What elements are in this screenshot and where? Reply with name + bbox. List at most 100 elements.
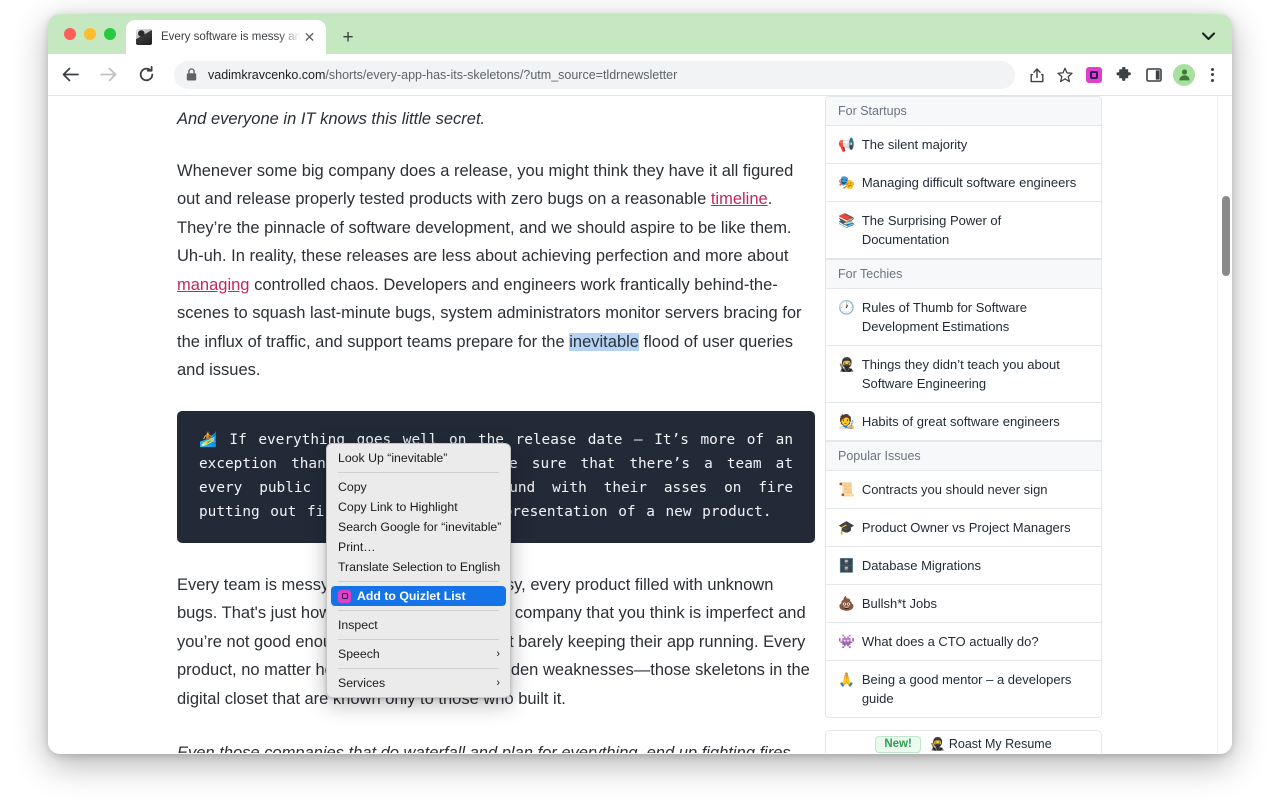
menu-separator	[338, 472, 499, 473]
menu-item-copy[interactable]: Copy	[327, 477, 510, 497]
menu-separator	[338, 639, 499, 640]
address-bar[interactable]: vadimkravcenko.com/shorts/every-app-has-…	[174, 60, 1015, 89]
quizlet-icon	[338, 589, 351, 603]
menu-item-translate-selection[interactable]: Translate Selection to English	[327, 557, 510, 577]
article-sidebar: For Startups 📢 The silent majority 🎭 Man…	[825, 96, 1102, 753]
megaphone-icon: 📢	[838, 137, 855, 152]
menu-item-copy-link-to-highlight[interactable]: Copy Link to Highlight	[327, 497, 510, 517]
sidebar-link[interactable]: 🥷 Things they didn’t teach you about Sof…	[826, 346, 1101, 403]
books-icon: 📚	[838, 213, 855, 228]
quizlet-extension-icon[interactable]	[1081, 62, 1107, 88]
star-icon[interactable]	[1053, 63, 1077, 87]
browser-window: Every software is messy and h ✕ +	[48, 14, 1232, 754]
sidebar-link[interactable]: 🎭 Managing difficult software engineers	[826, 164, 1101, 202]
zoom-window-button[interactable]	[104, 28, 116, 40]
sidebar-link[interactable]: 🎓 Product Owner vs Project Managers	[826, 509, 1101, 547]
sidebar-link[interactable]: 📚 The Surprising Power of Documentation	[826, 202, 1101, 259]
menu-item-label: Copy Link to Highlight	[338, 500, 458, 514]
menu-item-label: Print…	[338, 540, 376, 554]
close-window-button[interactable]	[64, 28, 76, 40]
browser-tab-active[interactable]: Every software is messy and h ✕	[126, 20, 326, 54]
link-timeline[interactable]: timeline	[711, 190, 768, 208]
context-menu[interactable]: Look Up “inevitable” Copy Copy Link to H…	[326, 443, 511, 698]
extensions-puzzle-icon[interactable]	[1111, 62, 1137, 88]
cta-roast-my-resume[interactable]: New! 🥷 Roast My Resume	[825, 730, 1102, 753]
sidebar-link-label: Things they didn’t teach you about Softw…	[861, 357, 1060, 391]
menu-item-label: Add to Quizlet List	[357, 589, 466, 603]
sidebar-link-label: Managing difficult software engineers	[861, 175, 1077, 190]
page-scrollbar[interactable]	[1217, 96, 1232, 753]
sidebar-link[interactable]: 🗄️ Database Migrations	[826, 547, 1101, 585]
sidebar-panel-startups: For Startups 📢 The silent majority 🎭 Man…	[825, 96, 1102, 718]
scroll-icon: 📜	[838, 482, 855, 497]
side-panel-icon[interactable]	[1141, 62, 1167, 88]
close-tab-button[interactable]: ✕	[301, 29, 318, 46]
menu-separator	[338, 668, 499, 669]
sidebar-link[interactable]: 📜 Contracts you should never sign	[826, 471, 1101, 509]
back-arrow-icon[interactable]	[55, 60, 85, 90]
share-icon[interactable]	[1025, 63, 1049, 87]
sidebar-heading-popular: Popular Issues	[826, 441, 1101, 471]
badge-new: New!	[875, 735, 921, 753]
menu-item-label: Services	[338, 676, 386, 690]
sidebar-heading-techies: For Techies	[826, 259, 1101, 289]
three-dot-menu-icon[interactable]	[1200, 63, 1224, 87]
p1-text-a: Whenever some big company does a release…	[177, 161, 794, 209]
url-text: vadimkravcenko.com/shorts/every-app-has-…	[208, 68, 1005, 82]
poop-icon: 💩	[838, 596, 855, 611]
tab-favicon	[136, 29, 152, 45]
browser-toolbar: vadimkravcenko.com/shorts/every-app-has-…	[48, 54, 1232, 96]
sidebar-link[interactable]: 👾 What does a CTO actually do?	[826, 623, 1101, 661]
chevron-down-icon[interactable]	[1198, 26, 1218, 46]
sidebar-link-label: Being a good mentor – a developers guide	[861, 672, 1072, 706]
sidebar-link-label: Habits of great software engineers	[861, 414, 1060, 429]
minimize-window-button[interactable]	[84, 28, 96, 40]
tab-title: Every software is messy and h	[161, 31, 301, 43]
cta-label: Roast My Resume	[948, 736, 1052, 751]
artist-icon: 🧑‍🎨	[838, 414, 855, 429]
menu-item-add-to-quizlet-list[interactable]: Add to Quizlet List	[331, 586, 506, 606]
menu-separator	[338, 581, 499, 582]
forward-arrow-icon[interactable]	[93, 60, 123, 90]
url-path: /shorts/every-app-has-its-skeletons/?utm…	[325, 67, 678, 82]
selected-text: inevitable	[569, 332, 639, 351]
menu-item-label: Copy	[338, 480, 367, 494]
page-scrollbar-thumb[interactable]	[1221, 196, 1230, 276]
url-domain: vadimkravcenko.com	[208, 67, 326, 82]
menu-item-services[interactable]: Services ›	[327, 673, 510, 693]
menu-item-label: Search Google for “inevitable”	[338, 520, 502, 534]
sidebar-link[interactable]: 🙏 Being a good mentor – a developers gui…	[826, 661, 1101, 717]
menu-item-inspect[interactable]: Inspect	[327, 615, 510, 635]
menu-item-label: Look Up “inevitable”	[338, 451, 448, 465]
page-content: And everyone in IT knows this little sec…	[48, 96, 1232, 753]
link-managing[interactable]: managing	[177, 276, 249, 294]
article-paragraph-1: Whenever some big company does a release…	[177, 157, 815, 385]
window-traffic-lights	[60, 14, 126, 54]
sidebar-link[interactable]: 💩 Bullsh*t Jobs	[826, 585, 1101, 623]
menu-item-label: Translate Selection to English	[338, 560, 501, 574]
menu-item-print[interactable]: Print…	[327, 537, 510, 557]
sidebar-link-label: Contracts you should never sign	[861, 482, 1048, 497]
reload-icon[interactable]	[131, 60, 161, 90]
ninja-icon: 🥷	[838, 357, 855, 372]
sidebar-link[interactable]: 🧑‍🎨 Habits of great software engineers	[826, 403, 1101, 441]
menu-item-label: Speech	[338, 647, 380, 661]
submenu-arrow-icon: ›	[496, 648, 500, 660]
lock-icon	[186, 68, 199, 81]
sidebar-link-label: What does a CTO actually do?	[861, 634, 1039, 649]
menu-item-speech[interactable]: Speech ›	[327, 644, 510, 664]
sidebar-link-label: Rules of Thumb for Software Development …	[861, 300, 1028, 334]
ninja-icon: 🥷	[929, 736, 946, 751]
article-paragraph-3: Even those companies that do waterfall a…	[177, 744, 796, 753]
profile-avatar[interactable]	[1173, 63, 1195, 86]
sidebar-link[interactable]: 🕐 Rules of Thumb for Software Developmen…	[826, 289, 1101, 346]
submenu-arrow-icon: ›	[496, 677, 500, 689]
menu-item-look-up[interactable]: Look Up “inevitable”	[327, 448, 510, 468]
sidebar-link-label: The Surprising Power of Documentation	[861, 213, 1002, 247]
sidebar-link-label: Database Migrations	[861, 558, 982, 573]
graduation-cap-icon: 🎓	[838, 520, 855, 535]
menu-item-search-google[interactable]: Search Google for “inevitable”	[327, 517, 510, 537]
sidebar-heading-startups: For Startups	[826, 97, 1101, 126]
sidebar-link[interactable]: 📢 The silent majority	[826, 126, 1101, 164]
new-tab-button[interactable]: +	[334, 23, 362, 51]
